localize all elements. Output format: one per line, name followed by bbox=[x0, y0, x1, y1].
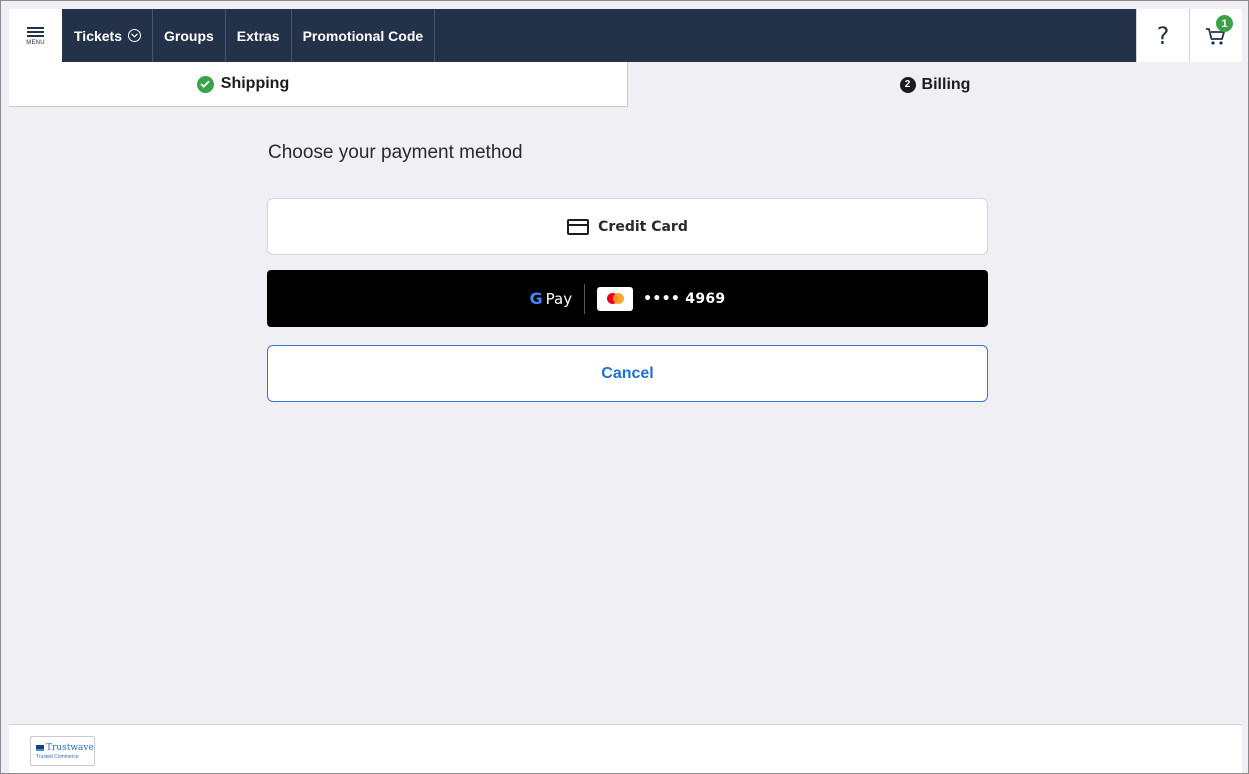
nav-extras[interactable]: Extras bbox=[226, 9, 292, 62]
checkout-steps: Shipping 2 Billing bbox=[9, 62, 1242, 107]
cancel-button[interactable]: Cancel bbox=[267, 345, 988, 402]
step-billing-label: Billing bbox=[921, 75, 971, 93]
chevron-down-icon bbox=[128, 29, 141, 42]
check-circle-icon bbox=[196, 75, 214, 93]
step-shipping[interactable]: Shipping bbox=[9, 62, 628, 107]
trustwave-subtitle: Trusted Commerce bbox=[36, 753, 79, 760]
app-frame: MENU Tickets Groups Extras Promotional C… bbox=[0, 0, 1249, 774]
step-shipping-content: Shipping bbox=[196, 75, 290, 93]
help-button[interactable]: ? bbox=[1136, 9, 1189, 62]
help-icon: ? bbox=[1156, 21, 1170, 50]
google-pay-button[interactable]: G Pay •••• 4969 bbox=[267, 270, 988, 327]
trustwave-badge[interactable]: Trustwave Trusted Commerce bbox=[30, 736, 95, 766]
payment-method-heading: Choose your payment method bbox=[268, 142, 523, 163]
nav-promotional-code[interactable]: Promotional Code bbox=[292, 9, 436, 62]
cancel-label: Cancel bbox=[601, 364, 654, 382]
mastercard-icon bbox=[597, 286, 634, 311]
step-shipping-label: Shipping bbox=[220, 75, 290, 92]
gpay-card-number: •••• 4969 bbox=[643, 290, 726, 307]
credit-card-label: Credit Card bbox=[598, 218, 688, 235]
gpay-separator bbox=[584, 283, 586, 314]
menu-button[interactable]: MENU bbox=[9, 9, 63, 62]
gpay-pay-label: Pay bbox=[545, 289, 573, 308]
nav-promotional-code-label: Promotional Code bbox=[302, 27, 424, 44]
nav-groups-label: Groups bbox=[164, 27, 214, 44]
nav-extras-label: Extras bbox=[236, 27, 280, 44]
step-number-badge: 2 bbox=[899, 76, 916, 93]
nav-tickets[interactable]: Tickets bbox=[63, 9, 153, 62]
footer: Trustwave Trusted Commerce bbox=[9, 724, 1242, 773]
trustwave-name: Trustwave bbox=[46, 742, 94, 753]
nav-tickets-label: Tickets bbox=[74, 27, 122, 44]
credit-card-button[interactable]: Credit Card bbox=[267, 198, 988, 255]
trustwave-flag-icon bbox=[36, 744, 44, 751]
hamburger-icon bbox=[27, 25, 44, 39]
cart-count-badge: 1 bbox=[1216, 15, 1233, 32]
nav-groups[interactable]: Groups bbox=[153, 9, 226, 62]
google-g-logo: G bbox=[529, 289, 543, 308]
credit-card-icon bbox=[567, 218, 590, 235]
menu-label: MENU bbox=[26, 40, 45, 46]
step-billing: 2 Billing bbox=[628, 62, 1242, 107]
top-navigation-bar: MENU Tickets Groups Extras Promotional C… bbox=[9, 9, 1242, 62]
cart-button[interactable]: 1 bbox=[1189, 9, 1242, 62]
